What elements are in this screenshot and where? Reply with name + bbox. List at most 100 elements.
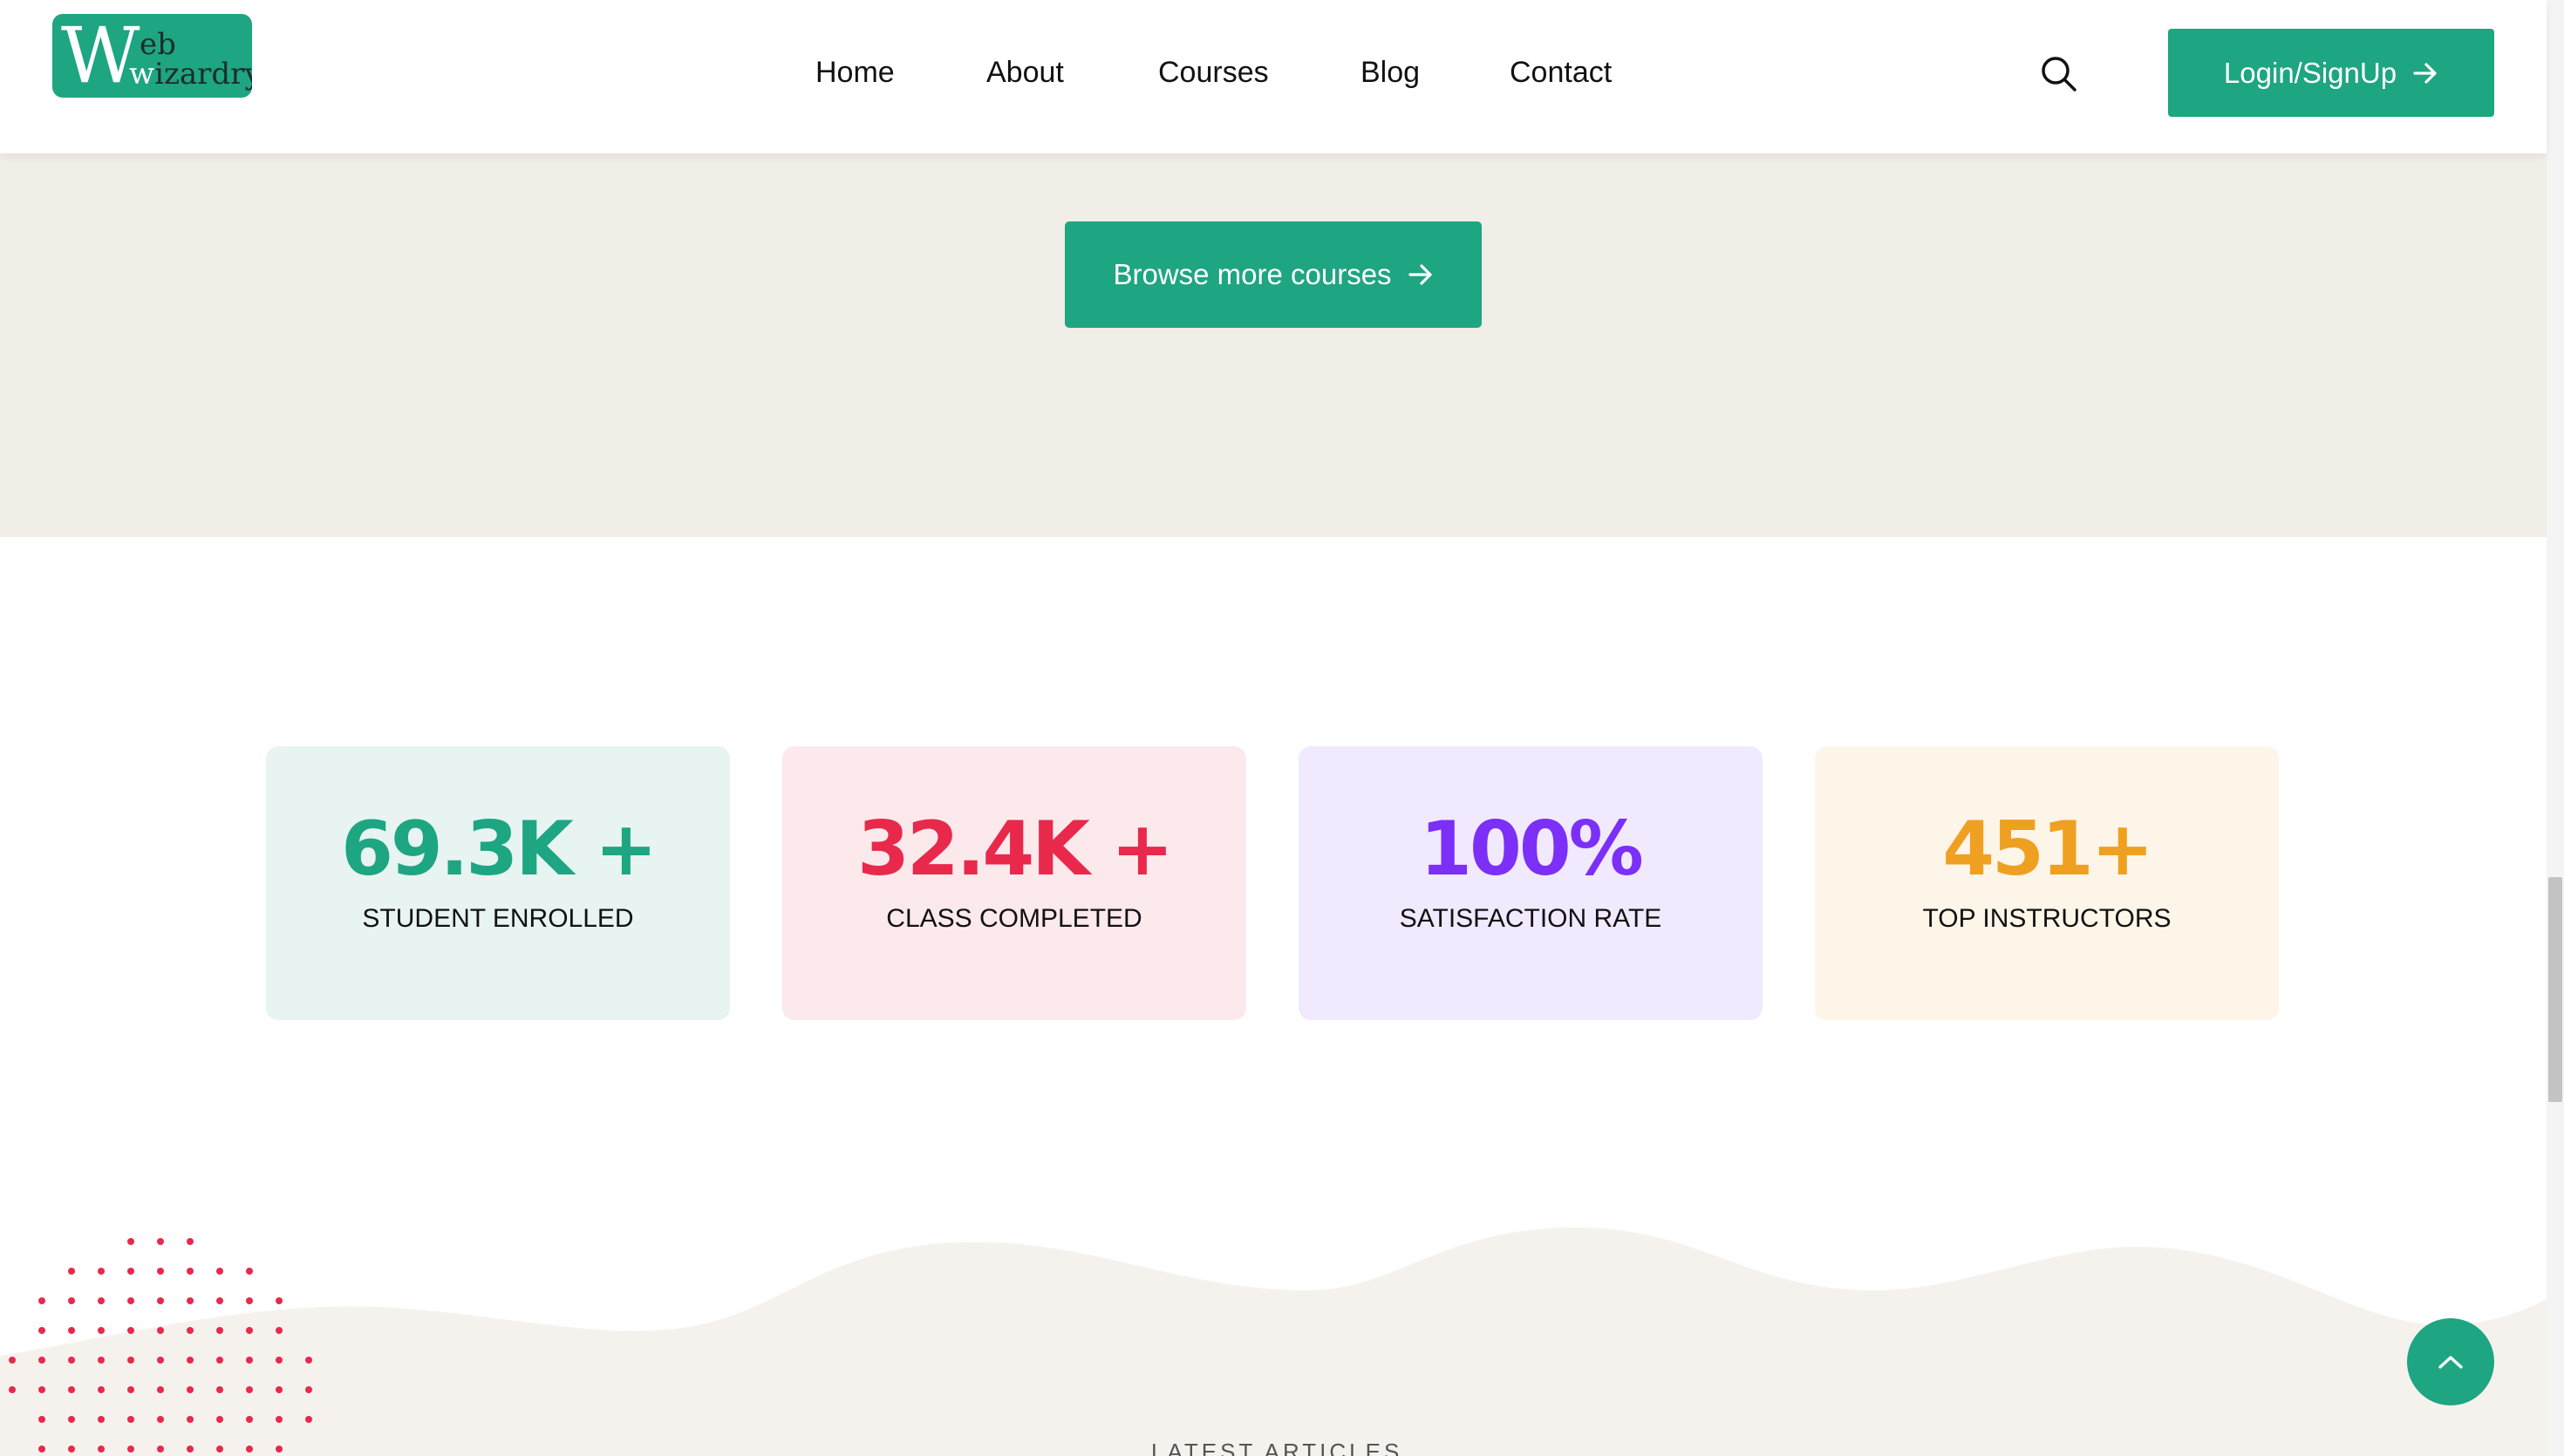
decor-dot: [305, 1357, 312, 1364]
nav-home[interactable]: Home: [815, 51, 895, 94]
decor-dot: [9, 1386, 16, 1393]
decor-dot: [98, 1416, 105, 1423]
decor-dot: [246, 1297, 253, 1304]
main-nav: Home About Courses Blog Contact: [0, 51, 2547, 94]
decor-dot: [216, 1327, 223, 1334]
stat-label: STUDENT ENROLLED: [362, 904, 634, 933]
decor-dot: [276, 1446, 283, 1453]
decor-dot: [68, 1327, 75, 1334]
decor-dot: [187, 1238, 194, 1245]
decor-dot: [127, 1268, 134, 1275]
browse-more-courses-button[interactable]: Browse more courses: [1065, 221, 1482, 328]
decor-dot: [9, 1357, 16, 1364]
courses-footer-band: [0, 153, 2547, 537]
stat-card-students: 69.3K + STUDENT ENROLLED: [266, 746, 730, 1020]
nav-about[interactable]: About: [986, 51, 1064, 94]
stat-card-satisfaction: 100% SATISFACTION RATE: [1299, 746, 1763, 1020]
decor-dot: [127, 1446, 134, 1453]
page-scrollbar[interactable]: [2547, 0, 2564, 1456]
decor-dot: [246, 1446, 253, 1453]
stat-label: CLASS COMPLETED: [886, 904, 1142, 933]
decor-dot: [187, 1416, 194, 1423]
nav-blog[interactable]: Blog: [1360, 51, 1420, 94]
decor-dot: [127, 1297, 134, 1304]
stat-value: 32.4K +: [857, 806, 1174, 893]
scroll-to-top-button[interactable]: [2407, 1318, 2494, 1405]
stat-value: 69.3K +: [341, 806, 658, 893]
decor-dot: [127, 1357, 134, 1364]
login-signup-button[interactable]: Login/SignUp: [2168, 29, 2494, 117]
decor-dot: [157, 1386, 164, 1393]
decor-dot: [187, 1386, 194, 1393]
site-header: W eb wizardry Home About Courses Blog Co…: [0, 0, 2547, 153]
decor-dot: [68, 1357, 75, 1364]
decor-dot: [276, 1297, 283, 1304]
decor-dot: [98, 1357, 105, 1364]
decor-dot: [276, 1386, 283, 1393]
login-signup-label: Login/SignUp: [2223, 56, 2397, 89]
decor-dot: [68, 1297, 75, 1304]
scrollbar-thumb[interactable]: [2548, 877, 2562, 1102]
decor-dot: [157, 1327, 164, 1334]
decor-dot: [157, 1297, 164, 1304]
decor-dot: [38, 1297, 45, 1304]
arrow-right-icon: [1408, 262, 1434, 287]
decor-dot: [246, 1357, 253, 1364]
decor-dot: [187, 1297, 194, 1304]
decor-dot: [187, 1268, 194, 1275]
stat-value: 451+: [1942, 806, 2154, 893]
stat-card-instructors: 451+ TOP INSTRUCTORS: [1815, 746, 2279, 1020]
decor-dot: [216, 1357, 223, 1364]
latest-articles-label: LATEST ARTICLES: [1151, 1439, 1403, 1456]
decor-dot: [187, 1446, 194, 1453]
dot-pattern-decoration: [9, 1238, 312, 1453]
decor-dot: [157, 1238, 164, 1245]
stat-label: SATISFACTION RATE: [1399, 904, 1662, 933]
nav-courses[interactable]: Courses: [1158, 51, 1269, 94]
search-icon[interactable]: [2039, 54, 2079, 94]
decor-dot: [38, 1386, 45, 1393]
decor-dot: [246, 1416, 253, 1423]
decor-dot: [98, 1446, 105, 1453]
decor-dot: [68, 1446, 75, 1453]
decor-dot: [98, 1297, 105, 1304]
decor-dot: [157, 1416, 164, 1423]
decor-dot: [276, 1357, 283, 1364]
decor-dot: [216, 1416, 223, 1423]
decor-dot: [157, 1268, 164, 1275]
decor-dot: [216, 1268, 223, 1275]
decor-dot: [216, 1297, 223, 1304]
decor-dot: [246, 1386, 253, 1393]
decor-dot: [127, 1386, 134, 1393]
decor-dot: [68, 1268, 75, 1275]
decor-dot: [246, 1268, 253, 1275]
browse-more-courses-label: Browse more courses: [1113, 258, 1392, 290]
decor-dot: [68, 1386, 75, 1393]
decor-dot: [98, 1386, 105, 1393]
stat-card-classes: 32.4K + CLASS COMPLETED: [782, 746, 1246, 1020]
decor-dot: [305, 1386, 312, 1393]
nav-contact[interactable]: Contact: [1510, 51, 1612, 94]
decor-dot: [246, 1327, 253, 1334]
decor-dot: [216, 1386, 223, 1393]
decor-dot: [187, 1327, 194, 1334]
stat-value: 100%: [1420, 806, 1644, 893]
arrow-right-icon: [2412, 61, 2438, 85]
decor-dot: [38, 1357, 45, 1364]
decor-dot: [38, 1416, 45, 1423]
chevron-up-icon: [2438, 1356, 2463, 1369]
decor-dot: [127, 1327, 134, 1334]
decor-dot: [157, 1357, 164, 1364]
stat-label: TOP INSTRUCTORS: [1922, 904, 2172, 933]
decor-dot: [38, 1446, 45, 1453]
decor-dot: [157, 1446, 164, 1453]
decor-dot: [127, 1238, 134, 1245]
decor-dot: [98, 1268, 105, 1275]
decor-dot: [127, 1416, 134, 1423]
decor-dot: [68, 1416, 75, 1423]
decor-dot: [38, 1327, 45, 1334]
decor-dot: [187, 1357, 194, 1364]
decor-dot: [276, 1416, 283, 1423]
decor-dot: [276, 1327, 283, 1334]
decor-dot: [98, 1327, 105, 1334]
